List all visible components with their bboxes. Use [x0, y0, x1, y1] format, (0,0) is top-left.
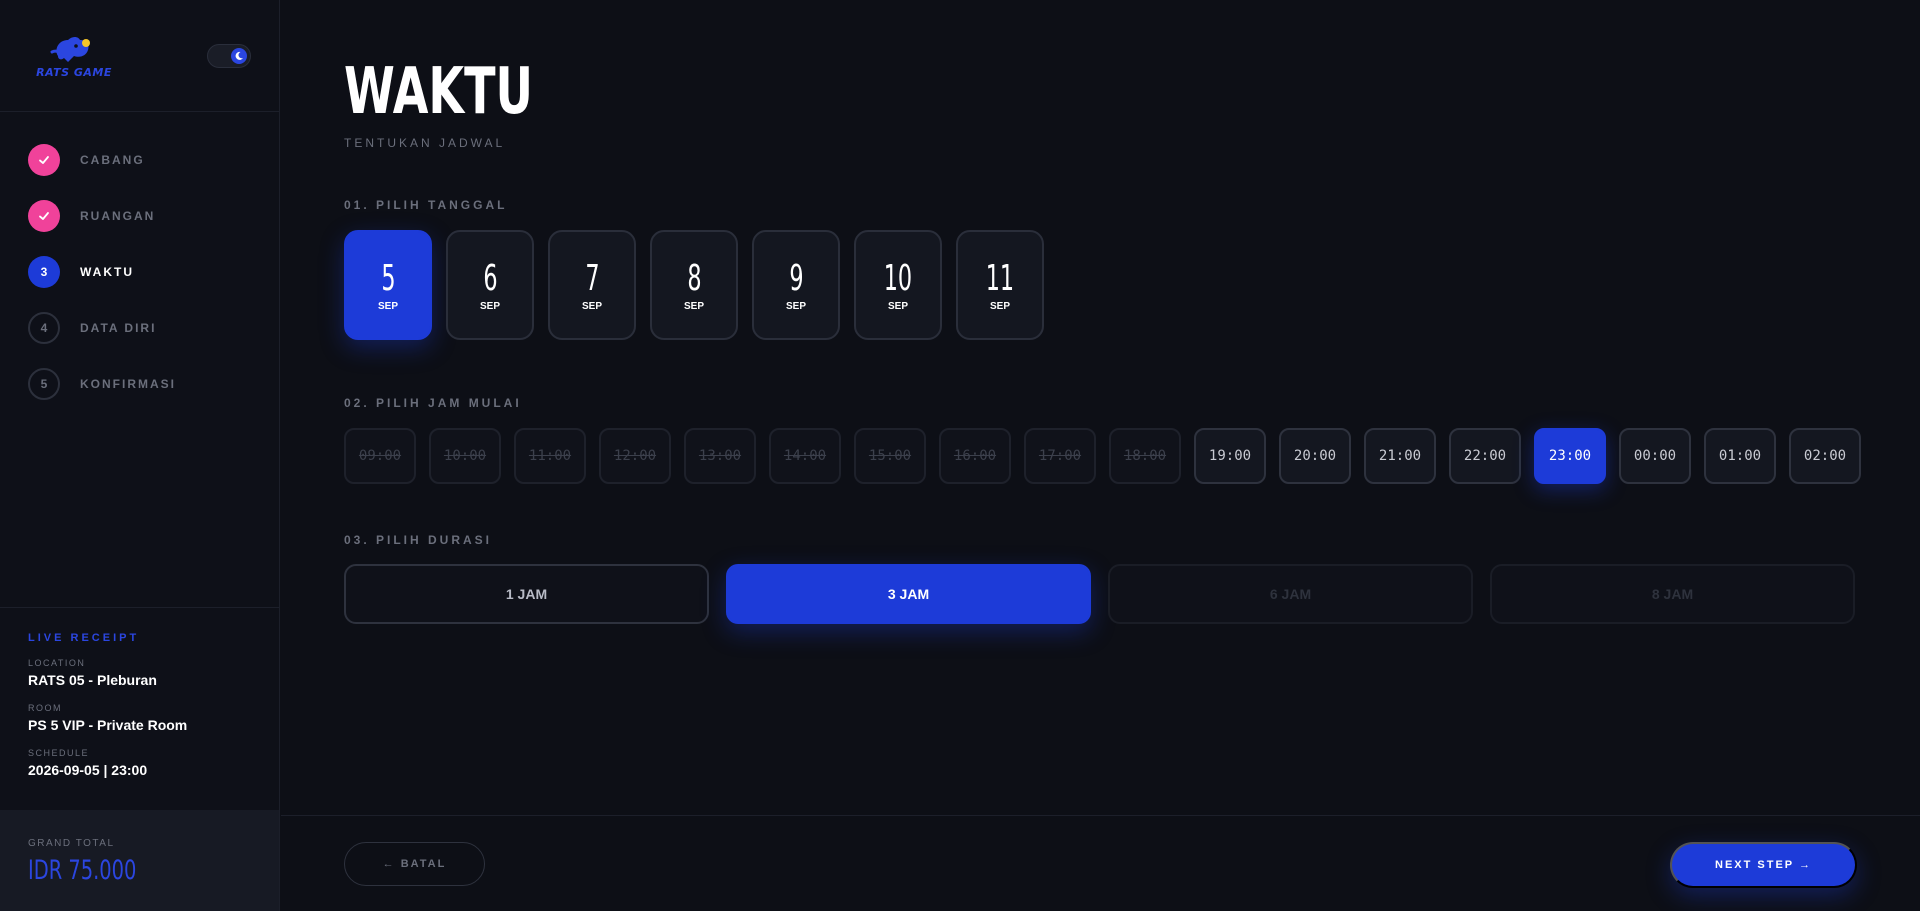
footer-bar: ← BATAL NEXT STEP → [281, 815, 1920, 911]
date-card[interactable]: 11 SEP [956, 230, 1044, 340]
live-receipt: LIVE RECEIPT LOCATION RATS 05 - Pleburan… [0, 607, 279, 810]
page-title: WAKTU [344, 55, 533, 129]
date-day: 7 [584, 257, 600, 299]
time-slot: 14:00 [769, 428, 841, 484]
check-icon [28, 200, 60, 232]
sidebar-header: RATS GAME [0, 0, 279, 112]
date-month: SEP [581, 300, 602, 312]
time-slot[interactable]: 21:00 [1364, 428, 1436, 484]
logo-text: RATS GAME [36, 66, 112, 79]
theme-toggle[interactable] [207, 44, 251, 68]
step-label: KONFIRMASI [80, 377, 176, 391]
date-month: SEP [887, 300, 908, 312]
room-label: ROOM [28, 703, 62, 713]
duration-picker: 1 JAM 3 JAM 6 JAM 8 JAM [344, 564, 1855, 624]
main-content: WAKTU TENTUKAN JADWAL 01. PILIH TANGGAL … [281, 0, 1920, 911]
step-number: 3 [28, 256, 60, 288]
time-slot[interactable]: 02:00 [1789, 428, 1861, 484]
time-slot: 11:00 [514, 428, 586, 484]
schedule-label: SCHEDULE [28, 748, 90, 758]
section-label-date: 01. PILIH TANGGAL [344, 198, 508, 212]
time-slot: 09:00 [344, 428, 416, 484]
step-ruangan[interactable]: RUANGAN [28, 200, 176, 232]
time-slot: 12:00 [599, 428, 671, 484]
duration-option: 6 JAM [1108, 564, 1473, 624]
date-day: 9 [788, 257, 804, 299]
duration-option[interactable]: 3 JAM [726, 564, 1091, 624]
date-day: 10 [883, 257, 913, 299]
page-subtitle: TENTUKAN JADWAL [344, 136, 506, 150]
date-card[interactable]: 8 SEP [650, 230, 738, 340]
step-data-diri[interactable]: 4 DATA DIRI [28, 312, 176, 344]
grand-total-label: GRAND TOTAL [28, 838, 115, 849]
date-card[interactable]: 7 SEP [548, 230, 636, 340]
time-slot: 10:00 [429, 428, 501, 484]
grand-total: GRAND TOTAL IDR 75.000 [0, 810, 279, 911]
next-step-button[interactable]: NEXT STEP → [1670, 842, 1857, 888]
step-label: RUANGAN [80, 209, 156, 223]
date-day: 8 [686, 257, 702, 299]
step-list: CABANG RUANGAN 3 WAKTU 4 DATA DIRI 5 KON… [28, 144, 176, 424]
date-month: SEP [785, 300, 806, 312]
time-slot[interactable]: 22:00 [1449, 428, 1521, 484]
time-slot: 15:00 [854, 428, 926, 484]
duration-option: 8 JAM [1490, 564, 1855, 624]
time-slot[interactable]: 23:00 [1534, 428, 1606, 484]
grand-total-value: IDR 75.000 [28, 855, 137, 886]
date-card[interactable]: 9 SEP [752, 230, 840, 340]
time-slot[interactable]: 01:00 [1704, 428, 1776, 484]
location-label: LOCATION [28, 658, 86, 668]
room-value: PS 5 VIP - Private Room [28, 717, 188, 733]
receipt-title: LIVE RECEIPT [28, 632, 140, 644]
date-card[interactable]: 5 SEP [344, 230, 432, 340]
time-slot: 18:00 [1109, 428, 1181, 484]
date-day: 6 [482, 257, 498, 299]
time-slot: 13:00 [684, 428, 756, 484]
date-month: SEP [377, 300, 398, 312]
date-picker: 5 SEP 6 SEP 7 SEP 8 SEP 9 SEP 10 SEP 11 … [344, 230, 1044, 340]
date-month: SEP [479, 300, 500, 312]
rat-mascot-icon [50, 37, 90, 62]
step-number: 5 [28, 368, 60, 400]
time-picker: 09:00 10:00 11:00 12:00 13:00 14:00 15:0… [344, 428, 1861, 484]
section-label-duration: 03. PILIH DURASI [344, 533, 493, 547]
sidebar: RATS GAME CABANG RUANGAN 3 WAKTU 4 DATA … [0, 0, 280, 911]
location-value: RATS 05 - Pleburan [28, 672, 157, 688]
step-label: DATA DIRI [80, 321, 157, 335]
theme-toggle-knob [231, 48, 247, 64]
time-slot[interactable]: 00:00 [1619, 428, 1691, 484]
brand-logo[interactable]: RATS GAME [28, 32, 120, 82]
step-konfirmasi[interactable]: 5 KONFIRMASI [28, 368, 176, 400]
time-slot[interactable]: 19:00 [1194, 428, 1266, 484]
time-slot: 16:00 [939, 428, 1011, 484]
step-label: WAKTU [80, 265, 134, 279]
date-card[interactable]: 10 SEP [854, 230, 942, 340]
time-slot[interactable]: 20:00 [1279, 428, 1351, 484]
schedule-value: 2026-09-05 | 23:00 [28, 762, 148, 778]
date-month: SEP [989, 300, 1010, 312]
date-day: 5 [380, 257, 396, 299]
time-slot: 17:00 [1024, 428, 1096, 484]
date-card[interactable]: 6 SEP [446, 230, 534, 340]
moon-icon [235, 51, 243, 60]
step-number: 4 [28, 312, 60, 344]
step-waktu[interactable]: 3 WAKTU [28, 256, 176, 288]
cancel-button[interactable]: ← BATAL [344, 842, 485, 886]
check-icon [28, 144, 60, 176]
step-cabang[interactable]: CABANG [28, 144, 176, 176]
duration-option[interactable]: 1 JAM [344, 564, 709, 624]
date-month: SEP [683, 300, 704, 312]
section-label-time: 02. PILIH JAM MULAI [344, 396, 522, 410]
step-label: CABANG [80, 153, 145, 167]
date-day: 11 [985, 257, 1015, 299]
